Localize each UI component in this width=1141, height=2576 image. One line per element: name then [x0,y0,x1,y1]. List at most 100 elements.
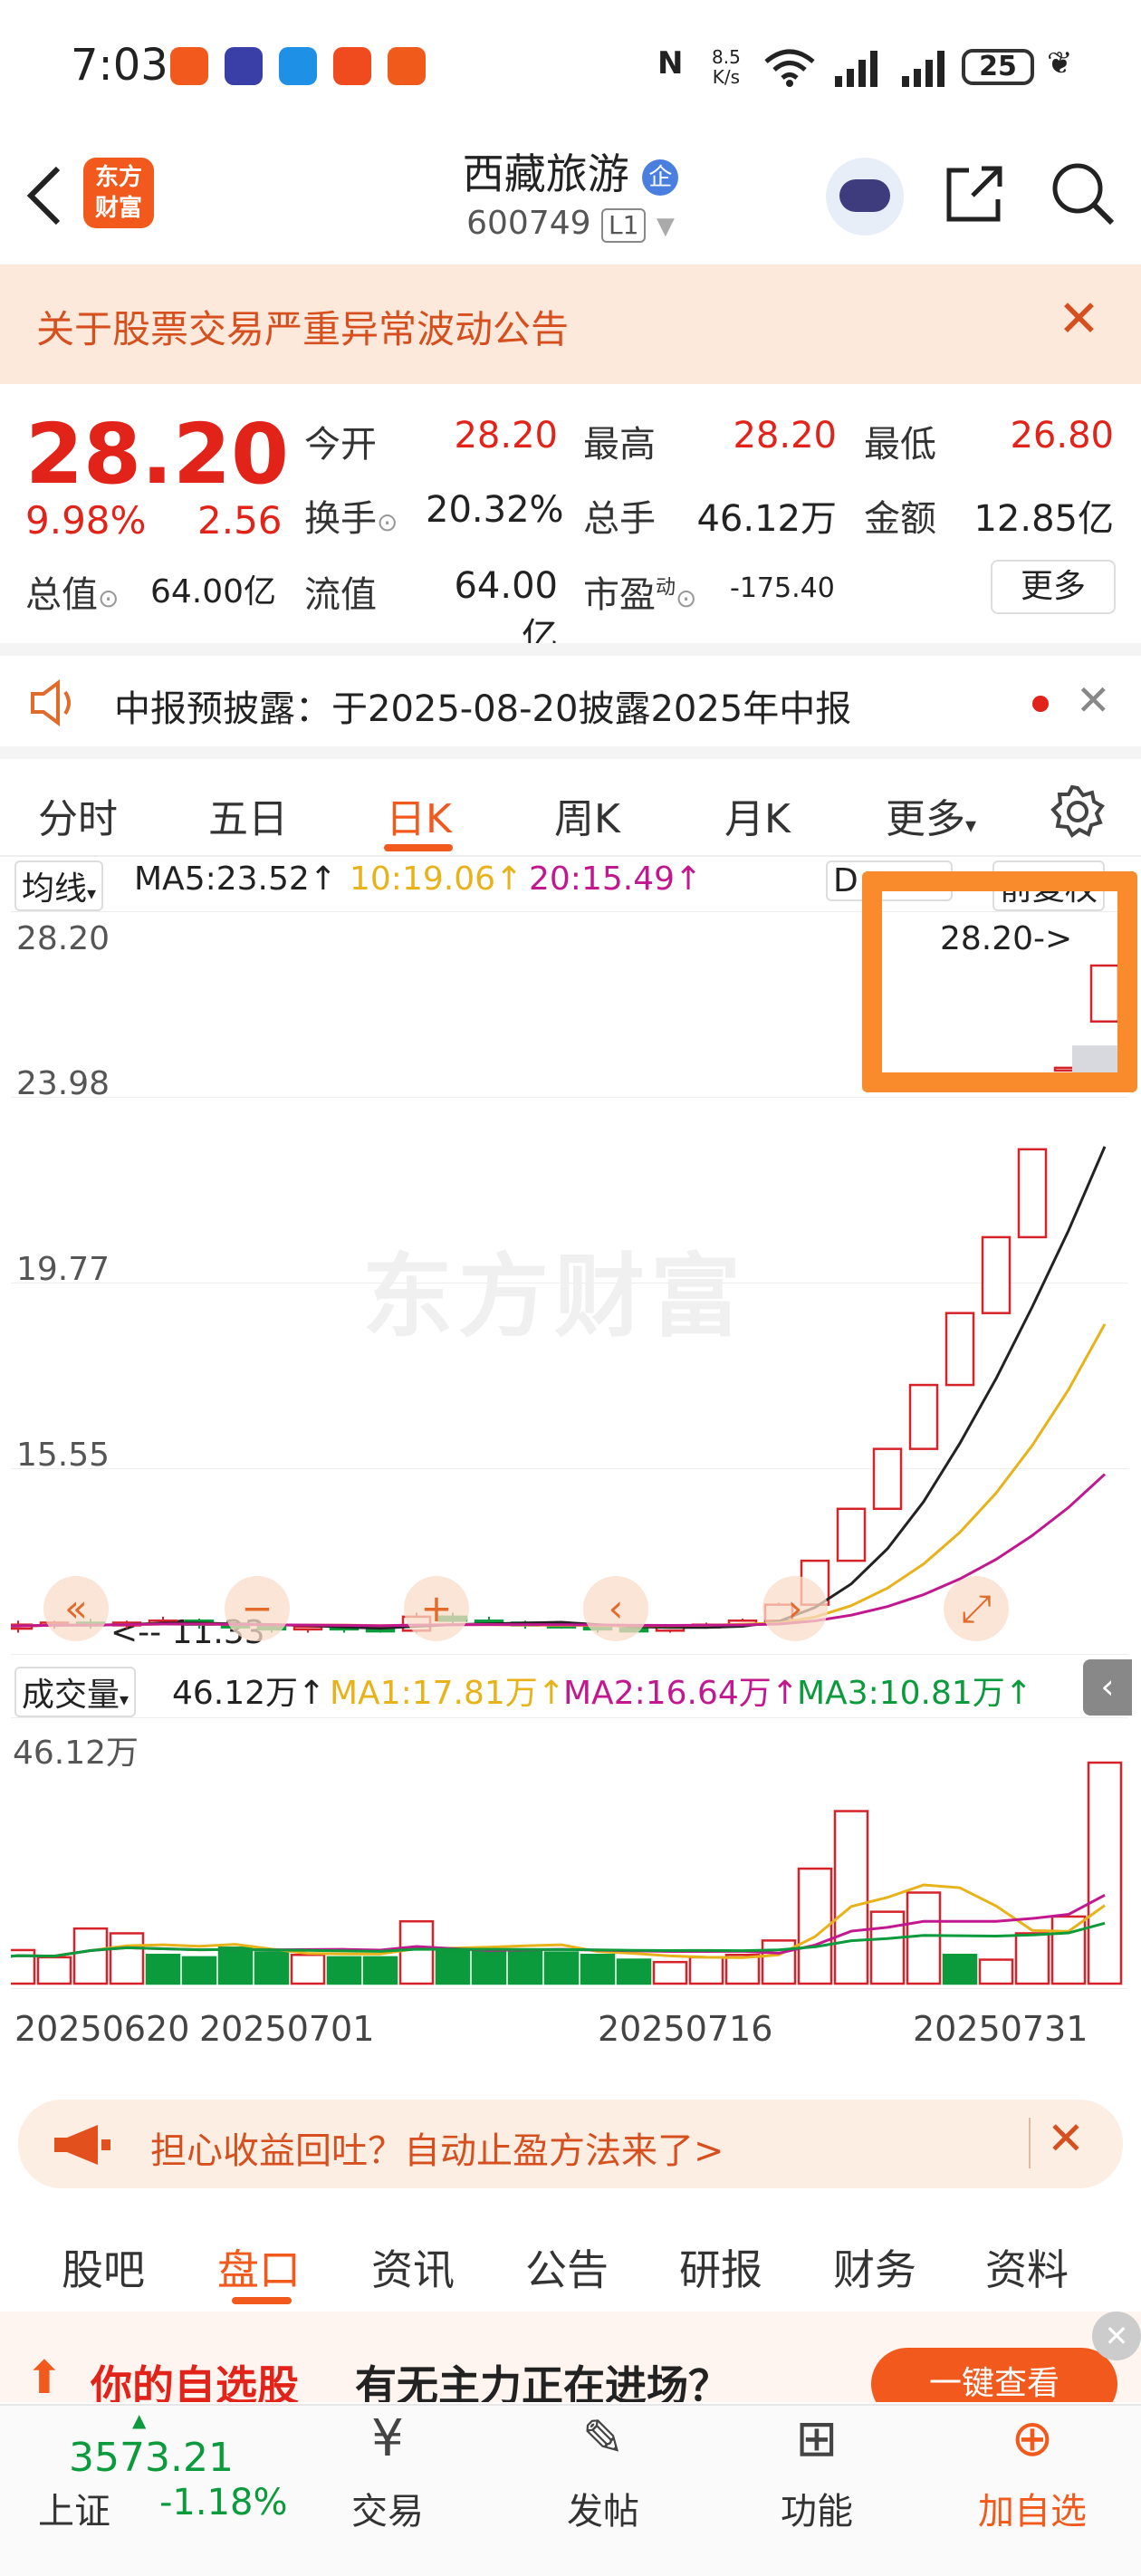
tab-news[interactable]: 资讯 [371,2237,455,2297]
volume-bar [36,1956,72,1985]
volume-bar [326,1956,362,1985]
trade-icon[interactable]: ¥ [315,2409,460,2468]
promo-text[interactable]: 担心收益回吐？自动止盈方法来了> [150,2121,724,2174]
pe-label[interactable]: 市盈动⊙ [583,565,696,618]
volume-bar [109,1932,145,1985]
edit-post-icon[interactable]: ✎ [531,2409,676,2468]
change-amount: 2.56 [197,498,283,543]
notice-banner[interactable]: 关于股票交易严重异常波动公告 ✕ [0,264,1141,384]
low-value: 26.80 [1010,415,1114,457]
date-label: 20250716 [598,2009,773,2049]
volume-bar [1050,1915,1087,1985]
collapse-panel-icon[interactable]: ‹ [1083,1659,1132,1716]
add-circle-icon[interactable]: ⊕ [960,2409,1105,2468]
view-now-button[interactable]: 一键查看 [871,2348,1117,2402]
tab-pankou[interactable]: 盘口 [217,2237,301,2297]
tab-timeshare[interactable]: 分时 [38,786,118,844]
amount-value: 12.85亿 [973,498,1114,540]
fullscreen-icon[interactable]: ⤢ [944,1576,1009,1641]
ai-assistant-avatar[interactable] [826,158,904,235]
volume-bar [942,1954,978,1985]
notice-text[interactable]: 关于股票交易严重异常波动公告 [36,299,569,354]
volume-value: 46.12万 [696,498,837,540]
scroll-left-icon[interactable]: ‹ [583,1576,648,1641]
info-icon: ⊙ [377,507,398,537]
tab-monthly-k[interactable]: 月K [724,786,791,844]
vol-ma2-readout: MA2:16.64万↑ [563,1675,799,1712]
open-label: 今开 [304,424,377,466]
volume-label: 总手 [583,498,656,540]
tab-research[interactable]: 研报 [679,2237,762,2297]
volume-readout: 46.12万↑ [172,1675,326,1712]
volume-selector[interactable]: 成交量▾ [14,1667,137,1717]
unread-dot [1032,696,1049,712]
ad-text: 有无主力正在进场？ [355,2361,730,2402]
divider [1029,2118,1031,2168]
disclosure-text: 中报预披露：于2025-08-20披露2025年中报 [114,688,852,730]
candle-body [872,1447,903,1511]
candle-body [1017,1148,1048,1239]
more-button[interactable]: 更多 [991,560,1116,614]
scroll-left-fast-icon[interactable]: « [43,1576,109,1641]
volume-bar [580,1954,616,1985]
nav-functions[interactable]: 功能 [744,2482,889,2534]
chart-period-tabs: 分时 五日 日K 周K 月K 更多▾ [0,746,1141,857]
close-icon[interactable]: ✕ [1092,2312,1141,2360]
signal-icon-2 [902,51,944,87]
scroll-right-icon[interactable]: › [762,1576,828,1641]
tab-finance[interactable]: 财务 [833,2237,916,2297]
functions-grid-icon[interactable]: ⊞ [744,2409,889,2468]
turnover-value: 20.32% [426,489,564,531]
mktcap-label[interactable]: 总值⊙ [25,565,119,618]
level-badge: L1 [601,208,647,243]
close-icon[interactable]: ✕ [1058,290,1100,349]
tab-daily-k[interactable]: 日K [386,786,452,844]
ad-text: 你的自选股 [91,2361,299,2402]
volume-bar [290,1954,326,1985]
volume-bar [1087,1761,1123,1985]
tab-announcements[interactable]: 公告 [525,2237,609,2297]
index-value[interactable]: 3573.21 [69,2435,234,2481]
app-icon [225,47,263,85]
stock-name: 西藏旅游 [462,149,629,198]
arrow-up-icon: ⬆ [25,2351,63,2402]
current-price: 28.20 [25,406,290,503]
tab-guba[interactable]: 股吧 [62,2237,145,2297]
tab-more[interactable]: 更多▾ [886,786,976,844]
settings-gear-icon[interactable] [1050,784,1105,839]
info-icon: ⊙ [98,583,120,613]
mktcap-value: 64.00亿 [150,573,277,610]
speaker-icon [31,679,71,726]
zoom-in-icon[interactable]: + [404,1576,469,1641]
zoom-out-icon[interactable]: − [225,1576,290,1641]
index-change[interactable]: -1.18% [159,2482,288,2523]
tab-weekly-k[interactable]: 周K [554,786,620,844]
status-time: 7:03 [71,40,168,91]
index-name[interactable]: 上证 [38,2482,110,2534]
candle-body [944,1312,975,1387]
company-badge: 企 [642,159,679,196]
nav-add-watchlist[interactable]: 加自选 [960,2482,1105,2534]
tab-profile[interactable]: 资料 [985,2237,1069,2297]
volume-bar [652,1960,688,1985]
volume-bar [978,1958,1014,1985]
search-icon[interactable] [1049,159,1117,228]
nav-post[interactable]: 发帖 [531,2482,676,2534]
volume-bar [217,1946,254,1985]
share-icon[interactable] [942,161,1007,226]
ma-selector[interactable]: 均线▾ [14,860,104,911]
nav-trade[interactable]: 交易 [315,2482,460,2534]
battery-indicator: 25 [962,49,1034,85]
volume-bar [72,1927,109,1985]
promo-banner[interactable]: 担心收益回吐？自动止盈方法来了> ✕ [18,2100,1123,2188]
tab-five-day[interactable]: 五日 [208,786,288,844]
volume-bar [471,1948,507,1985]
disclosure-banner[interactable]: 中报预披露：于2025-08-20披露2025年中报 ✕ [0,643,1141,743]
volume-bar [761,1939,797,1985]
turnover-label[interactable]: 换手⊙ [304,489,398,542]
close-icon[interactable]: ✕ [1076,676,1111,725]
ad-banner[interactable]: ⬆ 你的自选股 有无主力正在进场？ 一键查看 ✕ [0,2312,1141,2402]
close-icon[interactable]: ✕ [1047,2112,1085,2165]
volume-plot [11,1761,1123,1985]
leaf-icon: ❦ [1047,45,1073,82]
